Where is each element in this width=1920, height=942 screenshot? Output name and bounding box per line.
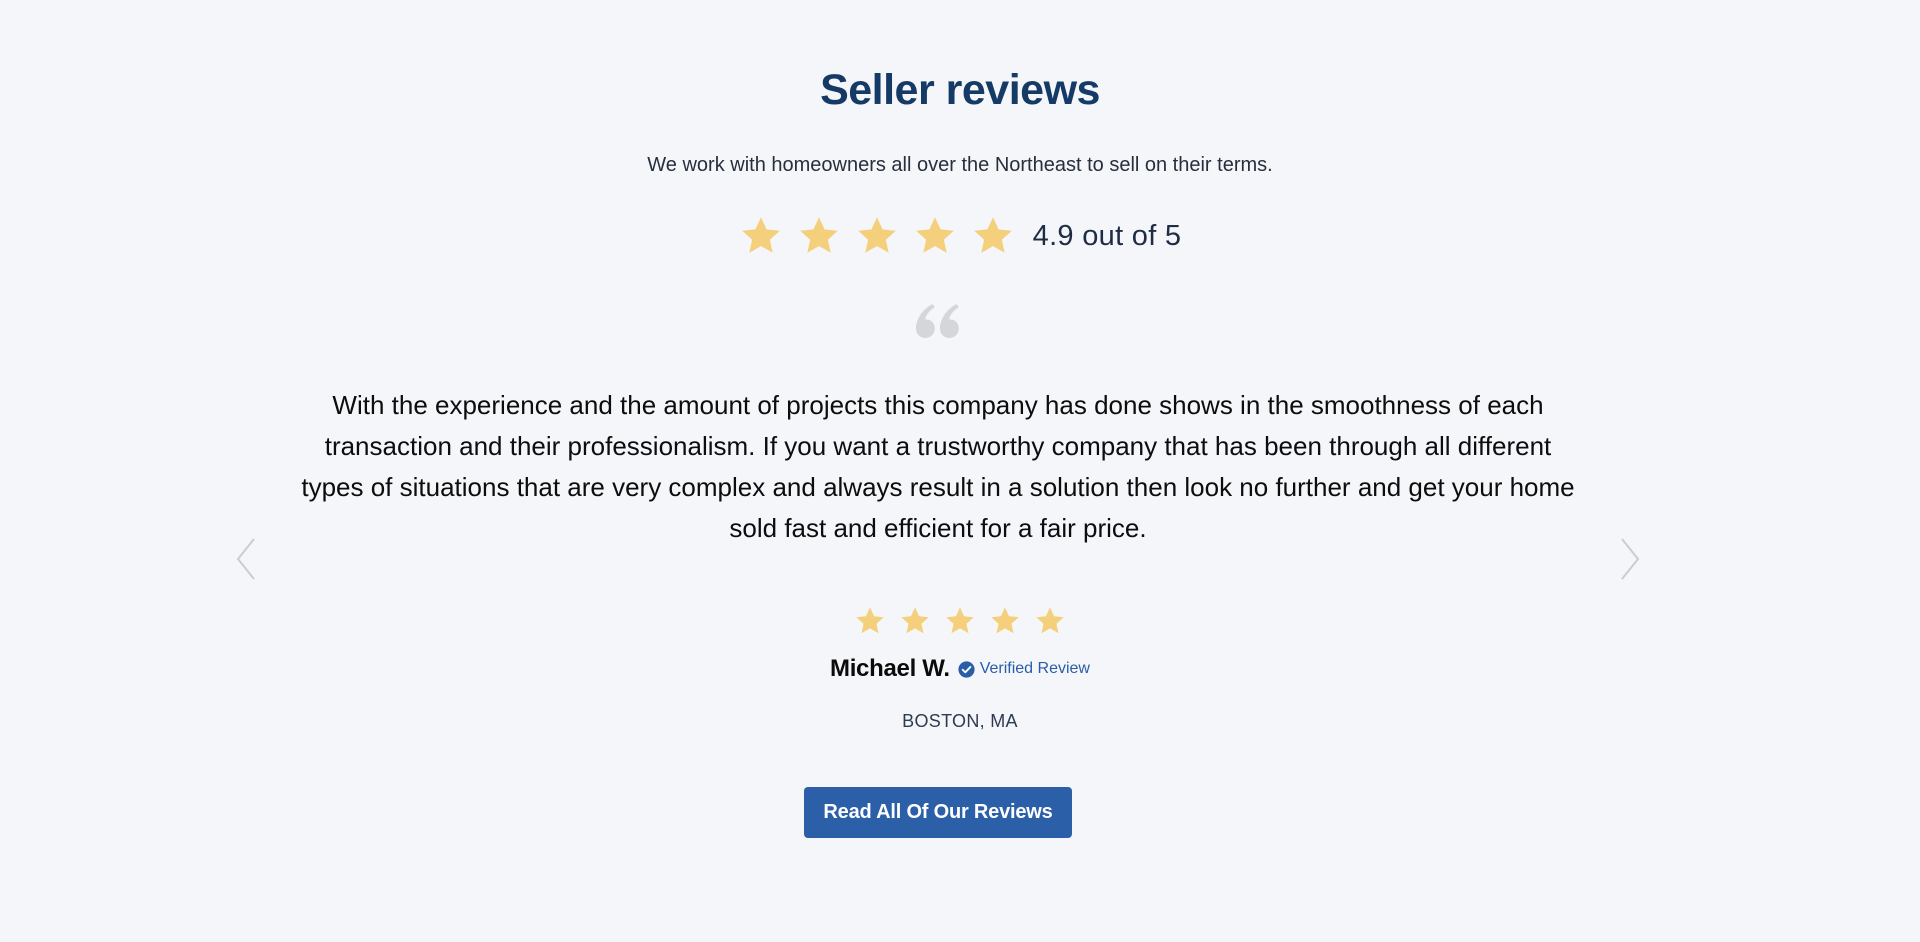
read-all-reviews-button[interactable]: Read All Of Our Reviews: [804, 787, 1072, 838]
verified-check-icon: [958, 660, 975, 678]
star-icon: [1036, 607, 1064, 634]
verified-review-label: Verified Review: [979, 660, 1090, 677]
star-icon: [946, 607, 974, 634]
star-icon: [991, 607, 1019, 634]
quote-icon: [916, 304, 959, 338]
star-icon: [901, 607, 929, 634]
carousel-prev-button[interactable]: [233, 535, 259, 583]
star-icon: [799, 217, 838, 253]
star-icon: [741, 217, 780, 253]
star-icon: [973, 217, 1012, 253]
review-author-row: Michael W. Verified Review: [0, 654, 1920, 684]
review-rating-stars: [0, 605, 1920, 637]
carousel-next-button[interactable]: [1617, 535, 1643, 583]
review-location: BOSTON, MA: [902, 711, 1018, 731]
section-title: Seller reviews: [820, 66, 1100, 114]
review-text: With the experience and the amount of pr…: [301, 390, 1575, 543]
seller-reviews-section: Seller reviews We work with homeowners a…: [0, 0, 1920, 942]
star-icon: [857, 217, 896, 253]
overall-rating-text: 4.9 out of 5: [1032, 220, 1182, 252]
star-icon: [915, 217, 954, 253]
section-subtitle: We work with homeowners all over the Nor…: [647, 154, 1273, 176]
overall-rating-stars: [739, 214, 1015, 258]
chevron-right-icon: [1621, 538, 1640, 580]
review-author: Michael W.: [830, 655, 950, 682]
overall-rating: 4.9 out of 5: [0, 214, 1920, 258]
star-icon: [856, 607, 884, 634]
chevron-left-icon: [236, 538, 255, 580]
